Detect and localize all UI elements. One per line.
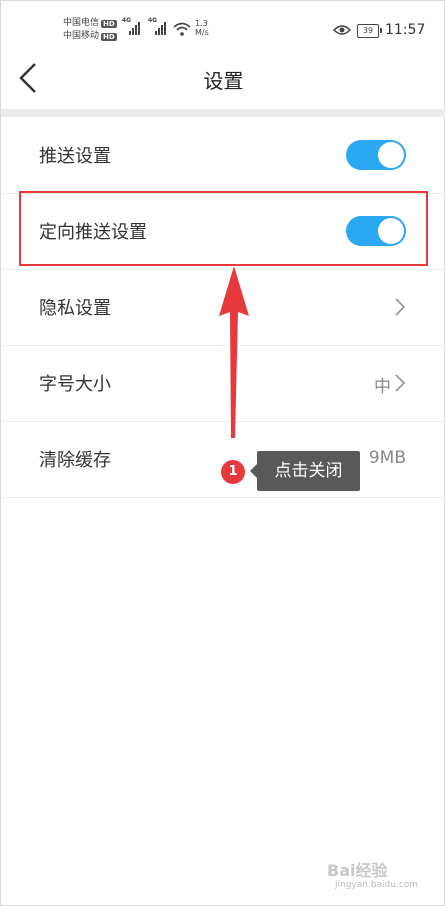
nav-bar: 设置 xyxy=(1,45,445,109)
network-type: 4G xyxy=(122,17,132,24)
carrier-info: 中国电信 HD 中国移动 HD xyxy=(63,17,117,43)
row-label: 隐私设置 xyxy=(39,298,111,319)
highlight-box xyxy=(19,191,428,266)
carrier-2: 中国移动 xyxy=(63,31,100,41)
row-label: 推送设置 xyxy=(39,146,111,167)
carrier-1: 中国电信 xyxy=(63,18,100,28)
instruction-tooltip: 点击关闭 xyxy=(250,451,360,491)
toggle-knob xyxy=(378,142,404,168)
chevron-right-icon xyxy=(395,374,406,392)
hd-badge: HD xyxy=(101,19,117,28)
chevron-right-icon xyxy=(395,298,406,316)
arrow-up-icon xyxy=(219,266,249,438)
network-speed: 1.3 M/s xyxy=(195,19,209,37)
step-badge: 1 xyxy=(221,460,245,484)
network-type: 4G xyxy=(148,17,158,24)
page-title: 设置 xyxy=(203,69,244,93)
divider xyxy=(1,109,445,117)
signal-icon: 4G xyxy=(148,17,166,35)
watermark-text: Bai经验 xyxy=(327,861,388,880)
wifi-icon xyxy=(173,22,191,36)
hd-badge: HD xyxy=(101,32,117,41)
phone-screen: 中国电信 HD 中国移动 HD 4G 4G 1.3 M/s 39 11:57 设… xyxy=(0,0,445,906)
status-bar: 中国电信 HD 中国移动 HD 4G 4G 1.3 M/s 39 11:57 xyxy=(1,1,445,45)
cache-size-value: 9MB xyxy=(368,448,406,468)
eye-icon xyxy=(333,25,351,35)
clock: 11:57 xyxy=(385,22,426,38)
row-label: 清除缓存 xyxy=(39,450,111,471)
watermark-url: jingyan.baidu.com xyxy=(335,880,419,890)
push-toggle[interactable] xyxy=(346,140,406,170)
speed-value: 1.3 xyxy=(195,19,208,28)
font-size-value: 中 xyxy=(374,377,391,397)
signal-icon: 4G xyxy=(122,17,140,35)
settings-row-push[interactable]: 推送设置 xyxy=(1,117,445,194)
baidu-watermark: Bai经验 jingyan.baidu.com xyxy=(327,851,427,895)
speed-unit: M/s xyxy=(195,28,209,37)
row-label: 字号大小 xyxy=(39,374,111,395)
battery-icon: 39 xyxy=(357,24,382,38)
